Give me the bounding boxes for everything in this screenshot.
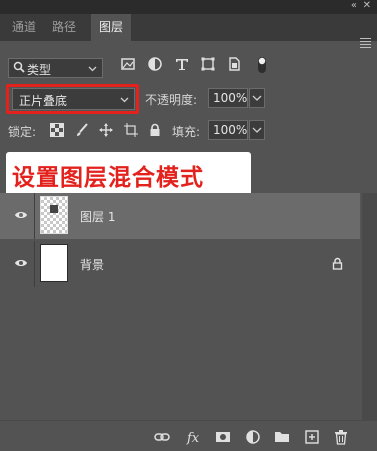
panel-menu-icon[interactable]: [360, 36, 371, 50]
fill-label: 填充:: [172, 125, 201, 139]
layer-row-layer1[interactable]: 图层 1: [0, 193, 360, 239]
adjustment-layer-icon[interactable]: [245, 429, 261, 445]
collapse-panel-icon[interactable]: «: [351, 0, 357, 12]
tab-channels[interactable]: 通道: [4, 14, 44, 41]
filter-toggle-icon[interactable]: [254, 56, 270, 73]
layer-thumbnail-white[interactable]: [40, 244, 68, 282]
opacity-dropdown[interactable]: [249, 88, 265, 108]
lock-icon[interactable]: [332, 257, 343, 273]
opacity-input[interactable]: 100%: [208, 88, 248, 108]
panel-tab-bar: 通道 路径 图层: [0, 14, 377, 48]
fill-input[interactable]: 100%: [208, 120, 248, 140]
group-folder-icon[interactable]: [274, 429, 290, 445]
link-icon[interactable]: [154, 429, 170, 445]
layers-bottom-toolbar: fx: [0, 420, 377, 451]
layer-filter-kind-select[interactable]: 类型: [8, 58, 103, 78]
lock-all-icon[interactable]: [148, 123, 162, 137]
new-layer-icon[interactable]: [304, 429, 320, 445]
adjustment-filter-icon[interactable]: [147, 56, 163, 72]
lock-image-pixels-brush-icon[interactable]: [75, 123, 89, 137]
visibility-column-divider: [34, 241, 35, 287]
tab-layers[interactable]: 图层: [91, 14, 132, 41]
layers-scrollbar[interactable]: [362, 193, 377, 420]
chevron-down-icon: [88, 62, 97, 76]
lock-label: 锁定:: [8, 125, 37, 139]
layer-name[interactable]: 图层 1: [80, 208, 115, 225]
opacity-label: 不透明度:: [145, 93, 198, 107]
layer-row-background[interactable]: 背景: [0, 241, 360, 287]
eye-visibility-icon[interactable]: [14, 209, 28, 223]
panel-header-strip: « ✕: [0, 0, 377, 14]
type-filter-icon[interactable]: [174, 56, 190, 72]
trash-icon[interactable]: [333, 429, 349, 445]
layer-name[interactable]: 背景: [80, 256, 104, 273]
svg-text:fx: fx: [186, 431, 200, 445]
lock-transparent-pixels-icon[interactable]: [50, 123, 64, 137]
search-icon: [13, 60, 25, 77]
blend-mode-highlight-box: [6, 84, 139, 114]
filter-kind-label: 类型: [27, 63, 52, 77]
lock-position-move-icon[interactable]: [99, 123, 113, 137]
mask-icon[interactable]: [215, 429, 231, 445]
fill-dropdown[interactable]: [249, 120, 265, 140]
tab-paths[interactable]: 路径: [44, 14, 84, 41]
lock-artboard-icon[interactable]: [124, 123, 138, 137]
annotation-text: 设置图层混合模式: [12, 165, 204, 191]
pixel-filter-icon[interactable]: [120, 56, 136, 72]
annotation-banner: 设置图层混合模式: [6, 152, 251, 196]
smart-object-filter-icon[interactable]: [226, 56, 242, 72]
shape-filter-icon[interactable]: [200, 56, 216, 72]
eye-visibility-icon[interactable]: [14, 257, 28, 271]
fx-icon[interactable]: fx: [186, 429, 202, 446]
layer-thumbnail-transparent[interactable]: [40, 196, 68, 234]
visibility-column-divider: [34, 193, 35, 239]
close-panel-icon[interactable]: ✕: [363, 0, 371, 12]
